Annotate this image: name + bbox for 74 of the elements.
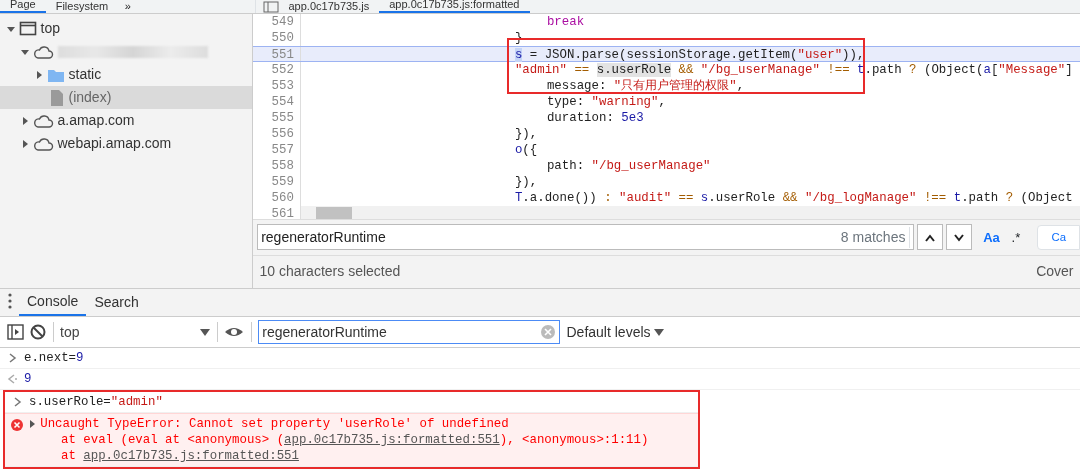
expand-arrow-icon[interactable] <box>29 420 37 428</box>
error-text: at app.0c17b735.js:formatted:551 <box>61 448 299 464</box>
console-command: s.userRole="admin" <box>29 394 163 410</box>
sidebar-toggle-icon <box>262 1 279 13</box>
console-command: e.next=9 <box>24 350 84 366</box>
expand-arrow-icon <box>34 69 44 80</box>
error-text: at eval (eval at <anonymous> (app.0c17b735.js:formatted:551), <anonymous>:1:11) <box>61 432 649 448</box>
error-icon <box>11 419 23 432</box>
line-number: 552 <box>252 62 301 78</box>
code-line: type: "warning", <box>545 94 666 110</box>
tree-item[interactable]: webapi.amap.com <box>0 132 252 156</box>
code-line: path: "/bg_userManage" <box>545 158 711 174</box>
coverage-label: Cover <box>1036 262 1074 282</box>
code-line: T.a.done()) : "audit" == s.userRole && "/bg_logManage" !== t.path ? (Object <box>513 190 1073 206</box>
window-icon <box>19 20 38 38</box>
chevron-down-icon <box>954 234 965 243</box>
error-text: Uncaught TypeError: Cannot set property 'userRole' of undefined <box>40 416 509 432</box>
chevron-up-icon <box>925 234 936 243</box>
code-line: }), <box>513 126 538 142</box>
cloud-icon <box>33 43 55 60</box>
code-line: message: "只有用户管理的权限", <box>545 78 745 94</box>
cancel-button[interactable]: Ca <box>1037 224 1080 251</box>
cloud-icon <box>33 112 55 129</box>
code-line: "admin" == s.userRole && "/bg_userManage" !== t.path ? (Object(a["Message"] <box>513 62 1073 78</box>
line-number: 560 <box>252 190 301 206</box>
expand-arrow-icon <box>20 138 30 149</box>
code-line: s = JSON.parse(sessionStorage.getItem("user")), <box>513 47 865 61</box>
line-number: 558 <box>252 158 301 174</box>
line-number: 557 <box>252 142 301 158</box>
sidebar-icon <box>6 324 24 340</box>
tree-item[interactable]: top <box>0 17 252 41</box>
line-number: 553 <box>252 78 301 94</box>
file-tab[interactable]: app.0c17b735.js <box>278 0 380 13</box>
code-line: o({ <box>513 142 538 158</box>
match-count: 8 matches <box>840 226 910 248</box>
expand-arrow-icon <box>20 115 30 126</box>
tree-item[interactable]: static <box>0 63 252 87</box>
line-number: 549 <box>252 14 301 30</box>
line-number: 551 <box>252 47 301 61</box>
tree-item[interactable]: (index) <box>0 86 252 110</box>
clear-icon <box>30 324 46 340</box>
levels-dropdown[interactable]: Default levels <box>566 321 664 343</box>
code-line: break <box>545 14 585 30</box>
context-select[interactable]: top <box>60 321 210 343</box>
prompt-icon <box>7 353 17 364</box>
prompt-icon <box>12 397 22 408</box>
tree-item[interactable]: a.amap.com <box>0 109 252 133</box>
line-number: 555 <box>252 110 301 126</box>
cloud-icon <box>33 135 55 152</box>
find-field[interactable]: regeneratorRuntime 8 matches <box>256 224 914 251</box>
selection-status: 10 characters selected <box>259 262 401 282</box>
next-match-button[interactable] <box>946 224 973 251</box>
file-icon <box>49 88 66 107</box>
result-icon <box>6 374 18 385</box>
line-number: 554 <box>252 94 301 110</box>
caret-icon <box>653 328 664 336</box>
previous-match-button[interactable] <box>917 224 944 251</box>
more-tabs-chevron[interactable]: » <box>124 0 131 13</box>
match-case-toggle[interactable]: Aa <box>982 226 1001 249</box>
line-number: 556 <box>252 126 301 142</box>
code-line: duration: 5e3 <box>545 110 644 126</box>
code-line: }), <box>513 174 538 190</box>
caret-icon <box>200 328 210 336</box>
source-link[interactable]: app.0c17b735.js:formatted:551 <box>284 433 500 447</box>
line-number: 559 <box>252 174 301 190</box>
console-result: 9 <box>24 371 32 387</box>
drawer-tab[interactable]: Search <box>86 288 147 316</box>
regex-toggle[interactable]: .* <box>1010 226 1022 249</box>
source-link[interactable]: app.0c17b735.js:formatted:551 <box>83 449 299 463</box>
panel-tab[interactable]: Filesystem <box>45 0 119 13</box>
more-menu-icon <box>6 291 13 310</box>
filter-field[interactable]: regeneratorRuntime <box>258 320 560 344</box>
clear-icon <box>539 324 556 340</box>
horizontal-scrollbar[interactable] <box>300 206 1080 219</box>
